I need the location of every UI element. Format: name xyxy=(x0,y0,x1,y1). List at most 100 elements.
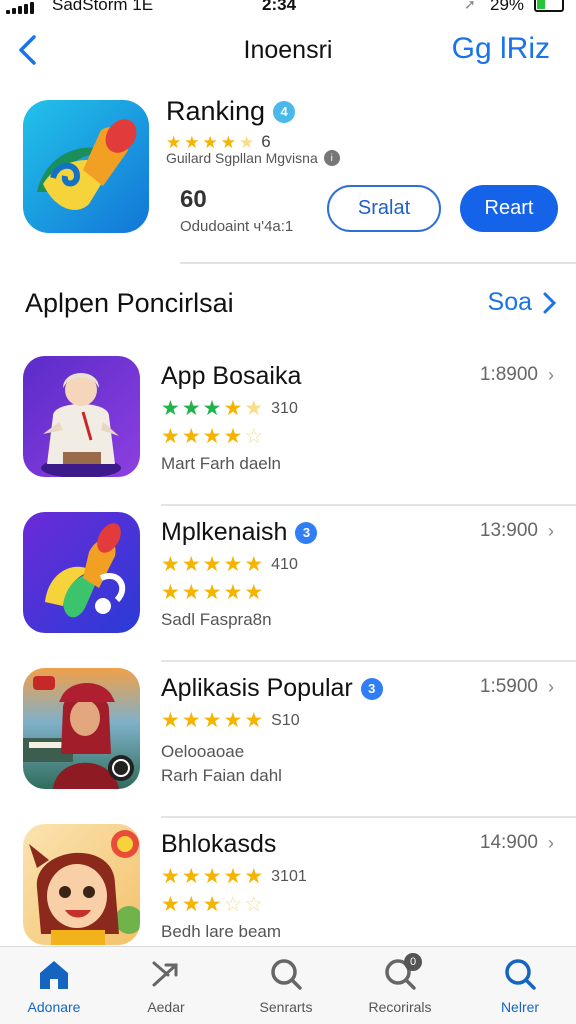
star-icon: ★ xyxy=(244,553,264,576)
tab-records[interactable]: 0 Recorirals xyxy=(352,953,448,1015)
tab-label: Senrarts xyxy=(259,999,313,1015)
star-icon: ★ xyxy=(181,709,201,732)
nav-bar: Inoensri Gg lRiz xyxy=(0,22,576,80)
tab-nelrer[interactable]: Nelrer xyxy=(472,957,568,1015)
star-icon: ★ xyxy=(161,553,180,576)
list-item[interactable]: App Bosaika ★ ★ ★ ★ ★ 310 ★ ★ ★ ★ ☆ Mart… xyxy=(0,352,576,508)
star-icon: ★ xyxy=(223,709,243,732)
star-icon: ★ xyxy=(202,709,222,732)
featured-app-title: Ranking xyxy=(166,96,266,126)
home-icon xyxy=(40,961,68,989)
star-icon: ★ xyxy=(223,553,243,576)
price-label: 1:8900 xyxy=(479,364,538,385)
search-badge-icon: 0 xyxy=(382,953,422,991)
app-logo-icon[interactable] xyxy=(23,100,149,233)
list-item[interactable]: Aplikasis Popular 3 ★ ★ ★ ★ ★ S10 Oelooa… xyxy=(0,664,576,820)
star-icon: ★ xyxy=(181,397,201,420)
star-icon: ★ xyxy=(223,397,243,420)
tab-trending[interactable]: Aedar xyxy=(118,957,214,1015)
featured-app: Ranking 4 ★ ★ ★ ★ ★ 6 Guilard Sgpllan Mg… xyxy=(0,92,576,262)
chevron-right-icon: › xyxy=(548,832,554,853)
app-rating: ★ ★ ★ ★ ★ 410 xyxy=(161,554,298,575)
music-note-icon xyxy=(23,512,140,633)
star-icon: ★ xyxy=(166,132,182,152)
chevron-right-icon: › xyxy=(548,364,554,385)
star-icon: ☆ xyxy=(223,893,243,916)
location-icon: ➚ xyxy=(464,0,476,12)
tab-label: Aedar xyxy=(147,999,185,1015)
star-icon: ★ xyxy=(202,581,222,604)
divider xyxy=(161,660,576,662)
star-icon: ★ xyxy=(181,553,201,576)
app-subtitle: Rarh Faian dahl xyxy=(161,766,282,785)
search-icon xyxy=(271,959,302,990)
see-all-link[interactable]: Soa xyxy=(488,288,556,317)
verified-badge: 3 xyxy=(360,677,383,700)
app-subtitle: Sadl Faspra8n xyxy=(161,610,272,629)
rating-count: 410 xyxy=(271,555,298,573)
tab-label: Recorirals xyxy=(368,999,432,1015)
battery-icon xyxy=(534,0,564,12)
carrier-label: SadStorm 1E xyxy=(52,0,154,14)
star-icon: ★ xyxy=(161,709,180,732)
star-icon: ★ xyxy=(161,581,180,604)
star-icon: ★ xyxy=(181,865,201,888)
app-price[interactable]: 14:900 › xyxy=(480,832,554,854)
featured-count: 60 xyxy=(180,186,207,213)
notification-badge: 0 xyxy=(404,953,422,971)
app-name: App Bosaika xyxy=(161,362,302,390)
star-icon: ☆ xyxy=(244,893,264,916)
tab-home[interactable]: Adonare xyxy=(6,957,102,1015)
divider xyxy=(161,504,576,506)
tab-label: Adonare xyxy=(27,999,81,1015)
price-label: 14:900 xyxy=(479,832,538,853)
info-icon[interactable]: i xyxy=(323,150,340,166)
battery-percent: 29% xyxy=(490,0,525,14)
search-icon xyxy=(505,959,536,990)
app-rating-secondary: ★ ★ ★ ★ ★ xyxy=(161,582,263,603)
trending-icon xyxy=(152,961,178,987)
rating-count: S10 xyxy=(271,711,300,729)
star-icon: ★ xyxy=(161,397,180,420)
primary-button[interactable]: Reart xyxy=(460,185,558,232)
star-icon: ★ xyxy=(202,865,222,888)
verified-badge: 4 xyxy=(273,100,296,123)
tab-bar: Adonare Aedar Senrarts 0 Recorirals Nelr… xyxy=(0,946,576,1024)
star-icon: ★ xyxy=(244,865,264,888)
star-icon: ★ xyxy=(223,581,243,604)
star-icon: ☆ xyxy=(244,425,264,448)
girl-character-icon xyxy=(23,356,140,477)
chevron-right-icon xyxy=(543,292,556,313)
list-item[interactable]: Mplkenaish 3 ★ ★ ★ ★ ★ 410 ★ ★ ★ ★ ★ Sad… xyxy=(0,508,576,664)
star-icon: ★ xyxy=(244,709,264,732)
star-icon: ★ xyxy=(184,132,200,152)
app-name: Mplkenaish xyxy=(161,518,288,546)
star-icon: ★ xyxy=(202,553,222,576)
chevron-right-icon: › xyxy=(548,520,554,541)
star-icon: ★ xyxy=(220,132,236,152)
star-icon: ★ xyxy=(161,425,180,448)
star-icon: ★ xyxy=(202,397,222,420)
app-rating: ★ ★ ★ ★ ★ 310 xyxy=(161,398,298,419)
divider xyxy=(161,816,576,818)
price-label: 13:900 xyxy=(479,520,538,541)
section-title: Aplpen Poncirlsai xyxy=(25,288,234,318)
tab-search[interactable]: Senrarts xyxy=(238,957,334,1015)
app-price[interactable]: 1:5900 › xyxy=(480,676,554,698)
star-icon: ★ xyxy=(244,581,264,604)
nav-right-button[interactable]: Gg lRiz xyxy=(452,32,550,66)
star-icon: ★ xyxy=(181,425,201,448)
app-price[interactable]: 13:900 › xyxy=(480,520,554,542)
divider xyxy=(180,262,576,264)
signal-icon xyxy=(6,2,34,14)
app-name: Aplikasis Popular xyxy=(161,674,353,702)
section-header: Aplpen Poncirlsai Soa xyxy=(0,280,576,328)
star-icon: ★ xyxy=(239,132,255,152)
chevron-right-icon: › xyxy=(548,676,554,697)
status-bar: SadStorm 1E 2:34 ➚ 29% xyxy=(0,0,576,22)
secondary-button[interactable]: Sralat xyxy=(327,185,441,232)
star-icon: ★ xyxy=(202,132,218,152)
app-price[interactable]: 1:8900 › xyxy=(480,364,554,386)
app-subtitle: Mart Farh daeln xyxy=(161,454,281,473)
app-subtitle: Bedh lare beam xyxy=(161,922,282,941)
